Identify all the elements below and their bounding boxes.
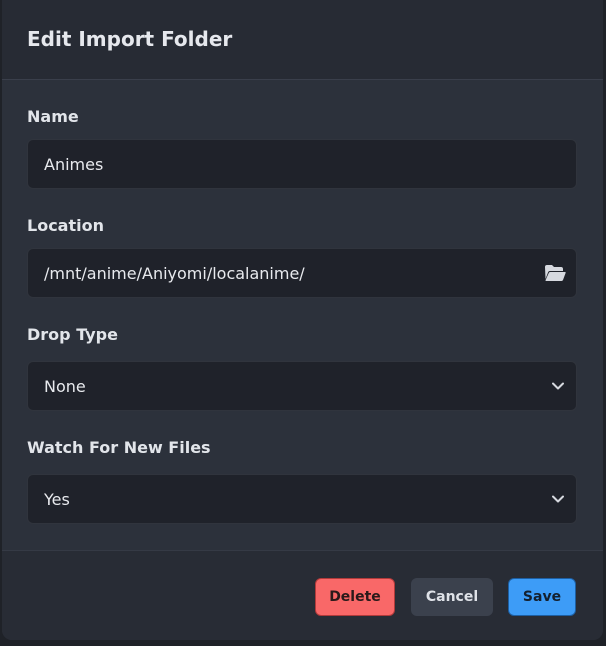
drop-type-select[interactable]: None bbox=[27, 361, 577, 411]
dialog-footer: Delete Cancel Save bbox=[2, 550, 603, 640]
name-label: Name bbox=[27, 107, 79, 126]
watch-label: Watch For New Files bbox=[27, 438, 211, 457]
dialog-body: Name Animes Location /mnt/anime/Aniyomi/… bbox=[2, 80, 603, 550]
name-value: Animes bbox=[44, 154, 104, 174]
folder-open-icon[interactable] bbox=[544, 264, 566, 282]
dialog-title: Edit Import Folder bbox=[27, 26, 233, 51]
chevron-down-icon bbox=[552, 382, 564, 390]
chevron-down-icon bbox=[552, 495, 564, 503]
dialog-header: Edit Import Folder bbox=[2, 0, 603, 80]
edit-import-folder-dialog: Edit Import Folder Name Animes Location … bbox=[2, 0, 603, 640]
location-label: Location bbox=[27, 216, 104, 235]
drop-type-value: None bbox=[44, 376, 86, 396]
save-button[interactable]: Save bbox=[508, 578, 576, 616]
watch-select[interactable]: Yes bbox=[27, 474, 577, 524]
watch-value: Yes bbox=[44, 489, 70, 509]
delete-button[interactable]: Delete bbox=[315, 578, 395, 616]
cancel-button[interactable]: Cancel bbox=[411, 578, 493, 616]
name-input[interactable]: Animes bbox=[27, 139, 577, 189]
drop-type-label: Drop Type bbox=[27, 325, 118, 344]
location-value: /mnt/anime/Aniyomi/localanime/ bbox=[44, 263, 305, 283]
location-input[interactable]: /mnt/anime/Aniyomi/localanime/ bbox=[27, 248, 577, 298]
